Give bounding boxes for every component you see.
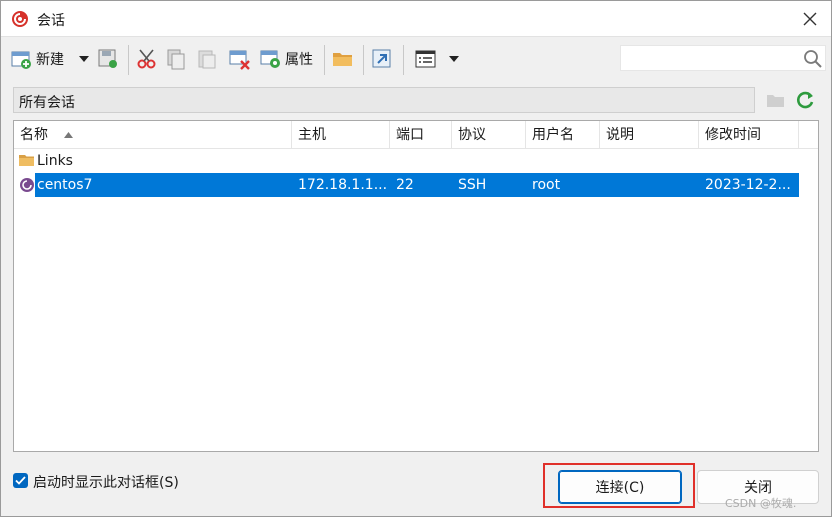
- new-session-button[interactable]: 新建: [11, 46, 64, 72]
- toolbar-separator: [363, 45, 364, 75]
- save-session-button[interactable]: [97, 46, 119, 72]
- column-header-modified[interactable]: 修改时间: [699, 121, 799, 149]
- column-header-description[interactable]: 说明: [600, 121, 699, 149]
- up-folder-button[interactable]: [765, 89, 787, 111]
- show-on-startup-label[interactable]: 启动时显示此对话框(S): [33, 472, 179, 492]
- paste-icon: [198, 50, 216, 69]
- column-header-name[interactable]: 名称: [14, 121, 292, 149]
- copy-button[interactable]: [166, 46, 186, 72]
- toolbar-separator: [324, 45, 325, 75]
- save-icon: [98, 49, 117, 68]
- list-view-icon: [415, 50, 436, 68]
- cut-button[interactable]: [136, 46, 158, 72]
- window-title: 会话: [37, 13, 65, 29]
- folder-path-bar: 所有会话: [13, 87, 755, 113]
- session-list: 名称 主机 端口 协议 用户名 说明 修改时间 Links centos7 17…: [13, 120, 819, 452]
- item-protocol: SSH: [458, 177, 487, 193]
- refresh-button[interactable]: [794, 89, 816, 111]
- properties-button[interactable]: 属性: [260, 46, 313, 72]
- item-host: 172.18.1.1...: [298, 177, 388, 193]
- new-folder-button[interactable]: [332, 46, 354, 72]
- toolbar: 新建 属性: [1, 39, 831, 81]
- current-folder-label: 所有会话: [19, 95, 75, 111]
- toolbar-separator: [403, 45, 404, 75]
- properties-label: 属性: [285, 52, 313, 68]
- folder-icon: [333, 53, 352, 66]
- app-logo-icon: [12, 11, 28, 27]
- folder-up-icon: [767, 95, 784, 107]
- column-header-username[interactable]: 用户名: [526, 121, 600, 149]
- list-item-folder[interactable]: Links: [14, 149, 800, 173]
- connect-button[interactable]: 连接(C): [558, 470, 682, 504]
- item-modified: 2023-12-2...: [705, 177, 791, 193]
- title-bar: 会话: [1, 1, 831, 37]
- column-header-label: 用户名: [532, 127, 574, 143]
- view-mode-dropdown-button[interactable]: [449, 46, 459, 72]
- new-session-label: 新建: [36, 52, 64, 68]
- search-icon[interactable]: [803, 49, 823, 69]
- item-name: centos7: [37, 177, 93, 193]
- list-header: 名称 主机 端口 协议 用户名 说明 修改时间: [14, 121, 818, 149]
- column-header-label: 主机: [298, 127, 326, 143]
- column-header-label: 协议: [458, 127, 486, 143]
- item-port: 22: [396, 177, 414, 193]
- copy-icon: [167, 49, 185, 70]
- selection-highlight: [35, 173, 799, 197]
- new-dropdown-button[interactable]: [79, 46, 89, 72]
- paste-button[interactable]: [197, 46, 217, 72]
- sort-ascending-icon: [64, 132, 73, 138]
- session-dialog: 会话 新建 属性 所有会话 名称 主机 端口 协议 用户名 说明 修改时间 Li…: [0, 0, 832, 517]
- column-header-label: 名称: [20, 127, 48, 143]
- close-icon: [803, 12, 817, 26]
- create-shortcut-button[interactable]: [371, 46, 393, 72]
- search-input[interactable]: [621, 46, 801, 70]
- chevron-down-icon: [79, 56, 89, 62]
- delete-icon: [229, 50, 250, 70]
- close-window-button[interactable]: [797, 7, 823, 31]
- shortcut-icon: [372, 49, 391, 68]
- column-header-protocol[interactable]: 协议: [452, 121, 526, 149]
- search-box: [620, 45, 826, 71]
- column-header-label: 端口: [396, 127, 424, 143]
- item-name: Links: [37, 153, 73, 169]
- column-header-port[interactable]: 端口: [390, 121, 452, 149]
- folder-icon: [19, 155, 34, 166]
- delete-button[interactable]: [229, 46, 251, 72]
- properties-icon: [260, 50, 280, 68]
- view-mode-button[interactable]: [415, 46, 437, 72]
- checkmark-icon: [15, 476, 26, 485]
- list-item-session[interactable]: centos7 172.18.1.1... 22 SSH root 2023-1…: [14, 173, 800, 197]
- cut-icon: [137, 49, 156, 69]
- column-header-host[interactable]: 主机: [292, 121, 390, 149]
- new-session-icon: [11, 51, 31, 69]
- toolbar-separator: [128, 45, 129, 75]
- column-header-label: 修改时间: [705, 127, 761, 143]
- item-username: root: [532, 177, 561, 193]
- chevron-down-icon: [449, 56, 459, 62]
- session-icon: [20, 178, 34, 192]
- refresh-icon: [797, 91, 814, 109]
- watermark: CSDN @牧魂.: [725, 497, 797, 510]
- column-header-label: 说明: [606, 127, 634, 143]
- show-on-startup-checkbox[interactable]: [13, 473, 28, 488]
